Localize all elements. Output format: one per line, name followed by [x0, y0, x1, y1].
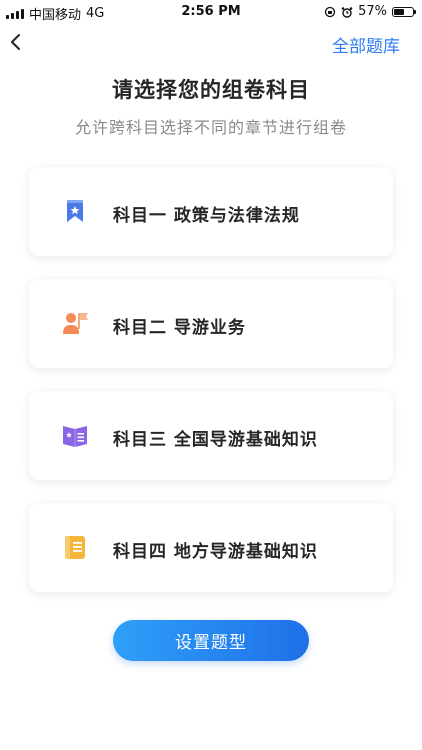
subject-card-1[interactable]: 科目一 政策与法律法规: [29, 167, 393, 256]
alarm-icon: [341, 6, 353, 18]
notebook-icon: [65, 536, 85, 559]
subject-label: 科目四 地方导游基础知识: [113, 542, 318, 562]
page-subtitle: 允许跨科目选择不同的章节进行组卷: [74, 118, 347, 137]
battery-icon: [392, 6, 416, 17]
battery-percent: 57%: [358, 4, 387, 19]
subject-card-3[interactable]: 科目三 全国导游基础知识: [29, 391, 393, 480]
guide-flag-icon: [63, 313, 88, 334]
status-bar: 中国移动 4G 2:56 PM 57%: [0, 0, 422, 23]
back-button[interactable]: [4, 30, 28, 54]
book-star-icon: [63, 426, 87, 447]
bookmark-star-icon: [67, 200, 83, 222]
subject-label: 科目二 导游业务: [113, 318, 246, 338]
subject-label: 科目三 全国导游基础知识: [113, 430, 318, 450]
page-title: 请选择您的组卷科目: [112, 78, 310, 102]
set-question-types-button[interactable]: 设置题型: [113, 620, 309, 661]
chevron-left-icon: [11, 34, 20, 50]
subject-label: 科目一 政策与法律法规: [113, 206, 300, 226]
orientation-lock-icon: [324, 6, 336, 17]
all-question-bank-link[interactable]: 全部题库: [332, 32, 400, 57]
subject-card-4[interactable]: 科目四 地方导游基础知识: [29, 503, 393, 592]
status-right: 57%: [324, 4, 416, 19]
subject-card-2[interactable]: 科目二 导游业务: [29, 279, 393, 368]
